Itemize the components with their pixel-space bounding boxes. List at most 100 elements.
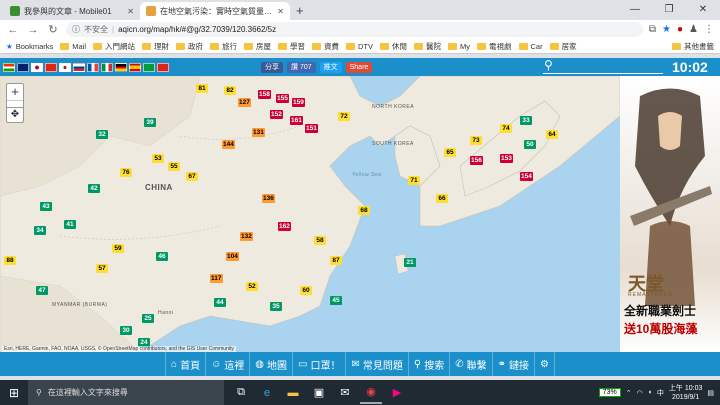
aqi-station-marker[interactable]: 156 bbox=[470, 156, 483, 165]
like-button[interactable]: 讚 707 bbox=[287, 61, 316, 73]
tab-mobile01[interactable]: 我參與的文章 - Mobile01 ✕ bbox=[4, 2, 140, 20]
aqi-station-marker[interactable]: 67 bbox=[186, 172, 198, 181]
flag-icon[interactable] bbox=[101, 62, 113, 72]
aqi-station-marker[interactable]: 68 bbox=[358, 206, 370, 215]
bookmark-star-icon[interactable]: ★ bbox=[662, 24, 671, 35]
bookmark-folder[interactable]: My bbox=[448, 42, 470, 51]
nav-here[interactable]: ☺ 這裡 bbox=[205, 352, 249, 376]
aqi-station-marker[interactable]: 35 bbox=[270, 302, 282, 311]
bookmark-folder[interactable]: 資費 bbox=[312, 41, 339, 52]
aqi-station-marker[interactable]: 57 bbox=[96, 264, 108, 273]
aqi-station-marker[interactable]: 159 bbox=[292, 98, 305, 107]
aqi-station-marker[interactable]: 127 bbox=[238, 98, 251, 107]
aqi-station-marker[interactable]: 47 bbox=[36, 286, 48, 295]
aqi-station-marker[interactable]: 131 bbox=[252, 128, 265, 137]
taskbar-search[interactable]: ⚲ 在這裡輸入文字來搜尋 bbox=[28, 380, 224, 405]
edge-icon[interactable]: e bbox=[256, 382, 278, 404]
extension-icon[interactable]: ● bbox=[677, 24, 683, 35]
aqi-station-marker[interactable]: 50 bbox=[524, 140, 536, 149]
aqi-station-marker[interactable]: 117 bbox=[210, 274, 223, 283]
aqi-station-marker[interactable]: 46 bbox=[156, 252, 168, 261]
flag-icon[interactable] bbox=[17, 62, 29, 72]
maximize-button[interactable]: ❐ bbox=[652, 0, 686, 20]
aqi-station-marker[interactable]: 60 bbox=[300, 286, 312, 295]
zoom-in-button[interactable]: + bbox=[7, 84, 23, 100]
flag-icon[interactable] bbox=[31, 62, 43, 72]
profile-icon[interactable]: ♟ bbox=[689, 24, 698, 35]
bookmark-folder[interactable]: 房屋 bbox=[244, 41, 271, 52]
aqi-station-marker[interactable]: 34 bbox=[34, 226, 46, 235]
aqi-station-marker[interactable]: 87 bbox=[330, 256, 342, 265]
aqi-station-marker[interactable]: 66 bbox=[436, 194, 448, 203]
aqi-station-marker[interactable]: 76 bbox=[120, 168, 132, 177]
nav-map[interactable]: ◍ 地圖 bbox=[249, 352, 292, 376]
aqi-station-marker[interactable]: 151 bbox=[305, 124, 318, 133]
nav-home[interactable]: ⌂ 首頁 bbox=[165, 352, 205, 376]
battery-indicator[interactable]: 73% bbox=[598, 388, 621, 397]
aqi-station-marker[interactable]: 59 bbox=[112, 244, 124, 253]
aqi-station-marker[interactable]: 81 bbox=[196, 84, 208, 93]
nav-settings[interactable]: ⚙ bbox=[533, 352, 555, 376]
notification-icon[interactable]: ▤ bbox=[707, 389, 714, 397]
aqi-station-marker[interactable]: 44 bbox=[214, 298, 226, 307]
nav-mask[interactable]: ▭ 口罩！ bbox=[292, 352, 345, 376]
flag-icon[interactable] bbox=[115, 62, 127, 72]
bookmark-folder[interactable]: 政府 bbox=[176, 41, 203, 52]
aqi-station-marker[interactable]: 88 bbox=[4, 256, 16, 265]
file-explorer-icon[interactable]: ▬ bbox=[282, 382, 304, 404]
nav-contact[interactable]: ✆ 聯繫 bbox=[449, 352, 491, 376]
facebook-share-button[interactable]: 分享 bbox=[261, 61, 283, 73]
aqi-station-marker[interactable]: 158 bbox=[258, 90, 271, 99]
site-search-input[interactable] bbox=[543, 60, 663, 74]
aqi-station-marker[interactable]: 144 bbox=[222, 140, 235, 149]
aqi-station-marker[interactable]: 53 bbox=[152, 154, 164, 163]
bookmark-folder[interactable]: 醫院 bbox=[414, 41, 441, 52]
aqi-station-marker[interactable]: 65 bbox=[444, 148, 456, 157]
aqi-station-marker[interactable]: 104 bbox=[226, 252, 239, 261]
aqi-station-marker[interactable]: 39 bbox=[144, 118, 156, 127]
aqi-station-marker[interactable]: 72 bbox=[338, 112, 350, 121]
flag-icon[interactable] bbox=[45, 62, 57, 72]
mail-icon[interactable]: ✉ bbox=[334, 382, 356, 404]
bookmark-folder[interactable]: 旅行 bbox=[210, 41, 237, 52]
network-icon[interactable]: ◠ bbox=[637, 389, 643, 397]
aqi-station-marker[interactable]: 161 bbox=[290, 116, 303, 125]
aqi-station-marker[interactable]: 82 bbox=[224, 86, 236, 95]
aqi-station-marker[interactable]: 55 bbox=[168, 162, 180, 171]
aqi-station-marker[interactable]: 41 bbox=[64, 220, 76, 229]
tweet-button[interactable]: 推文 bbox=[319, 61, 342, 73]
menu-icon[interactable]: ⋮ bbox=[704, 24, 714, 35]
media-icon[interactable]: ▶ bbox=[386, 382, 408, 404]
aqi-station-marker[interactable]: 64 bbox=[546, 130, 558, 139]
aqi-station-marker[interactable]: 136 bbox=[262, 194, 275, 203]
aqi-station-marker[interactable]: 71 bbox=[408, 176, 420, 185]
flag-icon[interactable] bbox=[3, 62, 15, 72]
aqi-station-marker[interactable]: 25 bbox=[142, 314, 154, 323]
bookmark-folder[interactable]: Car bbox=[518, 42, 543, 51]
address-bar[interactable]: ⓘ 不安全 | aqicn.org/map/hk/#@g/32.7039/120… bbox=[66, 22, 643, 37]
aqi-station-marker[interactable]: 155 bbox=[276, 94, 289, 103]
flag-icon[interactable] bbox=[73, 62, 85, 72]
bookmark-folder[interactable]: 入門網站 bbox=[93, 41, 135, 52]
translate-icon[interactable]: ⧉ bbox=[649, 24, 656, 35]
tab-close-icon[interactable]: ✕ bbox=[127, 7, 134, 16]
nav-search[interactable]: ⚲ 搜索 bbox=[407, 352, 449, 376]
volume-icon[interactable]: ◖ bbox=[648, 389, 652, 396]
aqi-station-marker[interactable]: 45 bbox=[330, 296, 342, 305]
aqi-station-marker[interactable]: 132 bbox=[240, 232, 253, 241]
aqi-station-marker[interactable]: 152 bbox=[270, 110, 283, 119]
aqi-station-marker[interactable]: 73 bbox=[470, 136, 482, 145]
aqi-station-marker[interactable]: 74 bbox=[500, 124, 512, 133]
store-icon[interactable]: ▣ bbox=[308, 382, 330, 404]
minimize-button[interactable]: — bbox=[618, 0, 652, 20]
bookmark-folder[interactable]: 休閒 bbox=[380, 41, 407, 52]
clock[interactable]: 上午 10:03 2019/9/1 bbox=[669, 384, 702, 402]
windows-start-icon[interactable]: ⊞ bbox=[0, 386, 28, 400]
flag-icon[interactable] bbox=[87, 62, 99, 72]
back-button[interactable]: ← bbox=[6, 24, 20, 36]
bookmark-folder[interactable]: 居家 bbox=[549, 41, 577, 52]
other-bookmarks[interactable]: 其他書籤 bbox=[672, 41, 714, 52]
google-share-button[interactable]: Share bbox=[345, 61, 373, 73]
chrome-icon[interactable]: ◉ bbox=[360, 382, 382, 404]
tray-expand-icon[interactable]: ⌃ bbox=[626, 389, 632, 397]
